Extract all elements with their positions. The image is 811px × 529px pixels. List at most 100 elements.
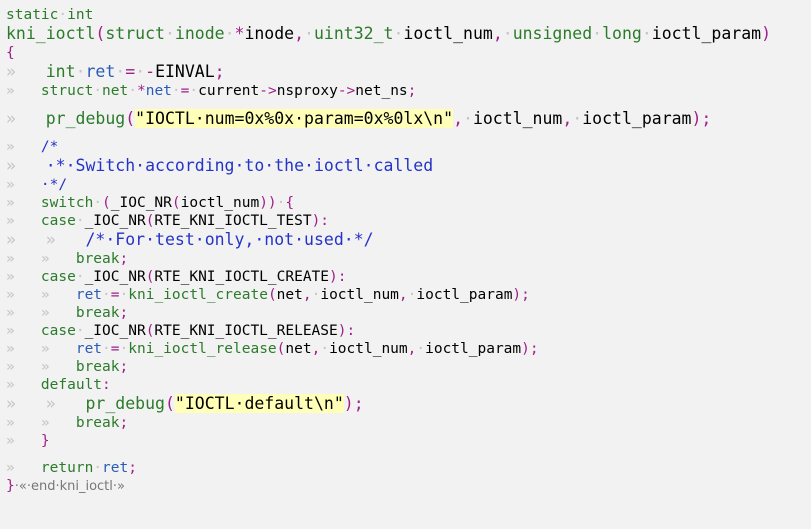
code-token: case bbox=[40, 269, 76, 285]
code-token: _IOC_NR bbox=[110, 195, 172, 211]
code-token: , bbox=[492, 24, 503, 43]
whitespace-marker: · bbox=[128, 83, 137, 99]
code-token: switch bbox=[40, 195, 94, 211]
code-line[interactable]: kni_ioctl(struct·inode·*inode,·uint32_t·… bbox=[6, 24, 811, 44]
code-token: return bbox=[40, 460, 94, 476]
whitespace-marker: · bbox=[102, 341, 111, 357]
code-line[interactable]: » pr_debug("IOCTL·num=0x%0x·param=0x%0lx… bbox=[6, 109, 811, 129]
whitespace-marker: · bbox=[164, 24, 175, 43]
code-line[interactable]: » ·*·Switch·according·to·the·ioctl·calle… bbox=[6, 156, 811, 176]
code-line[interactable]: » » break; bbox=[6, 304, 811, 322]
code-token: ; bbox=[407, 83, 417, 99]
whitespace-marker: » bbox=[6, 139, 41, 155]
code-line[interactable]: static·int bbox=[6, 6, 811, 24]
whitespace-marker: · bbox=[592, 24, 603, 43]
code-token: ; bbox=[119, 359, 129, 375]
whitespace-marker: » bbox=[6, 433, 41, 449]
code-token: ( bbox=[171, 195, 181, 211]
whitespace-marker: » bbox=[6, 269, 41, 285]
code-token: } bbox=[40, 433, 50, 449]
code-token: break bbox=[75, 359, 120, 375]
code-token: * bbox=[136, 83, 146, 99]
whitespace-marker: · bbox=[135, 62, 146, 81]
code-line[interactable]: » » break; bbox=[6, 358, 811, 376]
code-token: ; bbox=[214, 62, 225, 81]
code-token: ; bbox=[119, 305, 129, 321]
code-line[interactable]: » » break; bbox=[6, 250, 811, 268]
whitespace-marker: · bbox=[119, 341, 129, 357]
code-token: -> bbox=[259, 83, 277, 99]
code-token: = bbox=[110, 287, 120, 303]
code-line[interactable]: » case·_IOC_NR(RTE_KNI_IOCTL_RELEASE): bbox=[6, 322, 811, 340]
code-editor[interactable]: static·int kni_ioctl(struct·inode·*inode,… bbox=[6, 6, 811, 495]
code-token: { bbox=[285, 195, 295, 211]
code-line[interactable]: » int·ret·=·-EINVAL; bbox=[6, 62, 811, 82]
code-token: break bbox=[75, 251, 120, 267]
whitespace-marker: · bbox=[58, 7, 68, 23]
code-token: nsproxy bbox=[276, 83, 338, 99]
whitespace-marker: » » bbox=[6, 415, 76, 431]
code-token: ioctl_num bbox=[320, 287, 399, 303]
code-line[interactable]: » case·_IOC_NR(RTE_KNI_IOCTL_CREATE): bbox=[6, 268, 811, 286]
code-token: ioctl_num bbox=[180, 195, 260, 211]
code-token: : bbox=[102, 377, 111, 393]
code-token: RTE_KNI_IOCTL_RELEASE bbox=[154, 323, 338, 339]
code-token: ioctl_param bbox=[582, 109, 692, 128]
whitespace-marker: · bbox=[115, 62, 126, 81]
code-token: struct bbox=[40, 83, 94, 99]
code-token: ( bbox=[267, 287, 277, 303]
code-token: inode bbox=[244, 24, 295, 43]
code-line[interactable]: » return·ret; bbox=[6, 459, 811, 477]
code-line[interactable] bbox=[6, 450, 811, 459]
code-line[interactable]: » » break; bbox=[6, 414, 811, 432]
whitespace-marker: · bbox=[93, 83, 103, 99]
whitespace-marker: · bbox=[416, 341, 426, 357]
code-token: current bbox=[198, 83, 260, 99]
code-token: )) bbox=[259, 195, 277, 211]
whitespace-marker: » » bbox=[6, 251, 76, 267]
code-token: , bbox=[294, 24, 305, 43]
whitespace-marker: · bbox=[75, 62, 86, 81]
code-token: , bbox=[562, 109, 573, 128]
code-token: - bbox=[145, 62, 156, 81]
whitespace-marker: » » bbox=[6, 359, 76, 375]
whitespace-marker: » bbox=[6, 323, 41, 339]
whitespace-marker: · bbox=[463, 109, 473, 128]
code-line[interactable]: » } bbox=[6, 432, 811, 450]
code-token: break bbox=[75, 415, 120, 431]
code-line[interactable]: » » ret·=·kni_ioctl_create(net,·ioctl_nu… bbox=[6, 286, 811, 304]
code-line[interactable]: }·«·end·kni_ioctl·» bbox=[6, 477, 811, 495]
code-token: case bbox=[40, 323, 76, 339]
code-line[interactable] bbox=[6, 100, 811, 109]
code-line[interactable]: » » /*·For·test·only,·not·used·*/ bbox=[6, 230, 811, 250]
code-token: ; bbox=[128, 460, 137, 476]
code-line[interactable]: » switch·(_IOC_NR(ioctl_num))·{ bbox=[6, 194, 811, 212]
code-token: ioctl_param bbox=[416, 287, 513, 303]
code-token: ret bbox=[102, 460, 129, 476]
code-token: { bbox=[6, 45, 15, 61]
whitespace-marker: · bbox=[75, 323, 85, 339]
code-token: /* bbox=[40, 139, 59, 155]
code-token: break bbox=[75, 305, 120, 321]
code-token: , bbox=[453, 109, 463, 128]
code-line[interactable]: » default: bbox=[6, 376, 811, 394]
code-line[interactable]: » struct·net·*net·=·current->nsproxy->ne… bbox=[6, 82, 811, 100]
whitespace-marker: » bbox=[6, 109, 46, 128]
code-token: "IOCTL·num=0x%0x·param=0x%0lx\n" bbox=[135, 109, 454, 128]
whitespace-marker: · bbox=[304, 24, 314, 43]
whitespace-marker: · bbox=[224, 24, 235, 43]
code-line[interactable]: » case·_IOC_NR(RTE_KNI_IOCTL_TEST): bbox=[6, 212, 811, 230]
code-line[interactable]: » » ret·=·kni_ioctl_release(net,·ioctl_n… bbox=[6, 340, 811, 358]
code-token: ); bbox=[343, 394, 364, 413]
code-token: ); bbox=[521, 341, 539, 357]
code-line[interactable]: » » pr_debug("IOCTL·default\n"); bbox=[6, 394, 811, 414]
code-line[interactable]: » /* bbox=[6, 138, 811, 156]
code-token: EINVAL bbox=[155, 62, 215, 81]
code-line[interactable]: { bbox=[6, 44, 811, 62]
code-token: ( bbox=[164, 394, 175, 413]
whitespace-marker: · bbox=[502, 24, 513, 43]
code-line[interactable]: » ·*/ bbox=[6, 176, 811, 194]
code-line[interactable] bbox=[6, 129, 811, 138]
code-token: _IOC_NR bbox=[84, 323, 146, 339]
code-token: ): bbox=[329, 269, 347, 285]
